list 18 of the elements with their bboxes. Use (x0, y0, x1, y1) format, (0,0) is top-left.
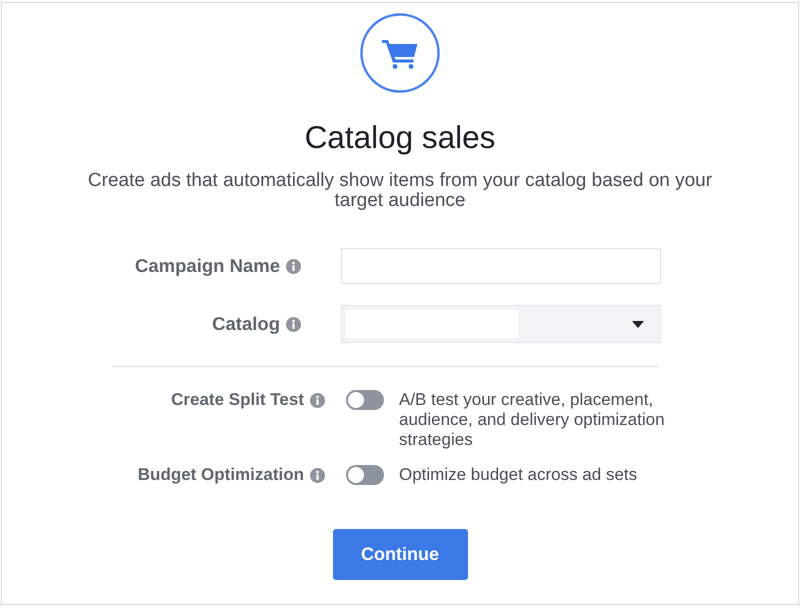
info-icon[interactable] (310, 468, 325, 482)
page-description: Create ads that automatically show items from your catalog based on your target audience (86, 171, 714, 211)
toggle-label: Create Split Test (171, 390, 304, 410)
info-icon[interactable] (286, 258, 301, 274)
toggle-switch[interactable] (346, 465, 384, 485)
field-label: Catalog (212, 313, 280, 335)
toggle-description: Optimize budget across ad sets (399, 465, 638, 485)
continue-button[interactable]: Continue (332, 529, 468, 580)
caret-icon (632, 320, 644, 328)
campaign-name-input[interactable] (341, 248, 661, 284)
info-icon[interactable] (310, 392, 325, 408)
shopping-cart-icon (360, 13, 440, 93)
field-label: Campaign Name (135, 255, 280, 277)
toggle-switch[interactable] (346, 390, 384, 410)
toggle-description: A/B test your creative, placement, audience, and delivery optimization strategies (399, 390, 666, 450)
toggle-label: Budget Optimization (138, 465, 304, 485)
page-title: Catalog sales (304, 119, 496, 155)
info-icon[interactable] (286, 316, 301, 332)
